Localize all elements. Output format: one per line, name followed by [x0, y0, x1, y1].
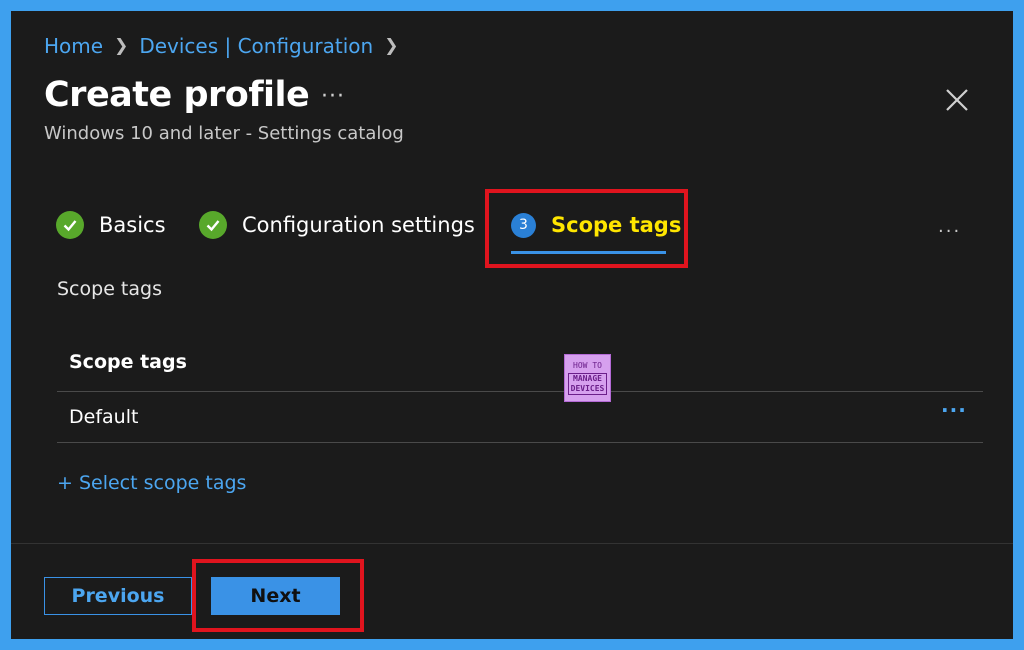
tab-basics[interactable]: Basics: [56, 208, 166, 242]
chevron-right-icon: ❯: [384, 36, 399, 56]
footer-divider: [11, 543, 1013, 544]
checkmark-icon: [56, 211, 84, 239]
tab-label: Configuration settings: [242, 213, 475, 237]
next-button[interactable]: Next: [211, 577, 340, 615]
table-row: Default ···: [57, 392, 983, 442]
page-subtitle: Windows 10 and later - Settings catalog: [44, 123, 404, 144]
scope-tag-value: Default: [69, 406, 139, 428]
table-divider: [57, 442, 983, 443]
tab-configuration-settings[interactable]: Configuration settings: [199, 208, 475, 242]
breadcrumb-devices-configuration-link[interactable]: Devices | Configuration: [139, 34, 373, 58]
tab-scope-tags[interactable]: 3 Scope tags: [511, 208, 681, 242]
how-to-manage-devices-logo: HOW TO MANAGE DEVICES: [564, 354, 611, 402]
chevron-right-icon: ❯: [114, 36, 129, 56]
tab-label: Basics: [99, 213, 166, 237]
table-header: Scope tags: [69, 351, 187, 373]
previous-button[interactable]: Previous: [44, 577, 192, 615]
create-profile-panel: Home ❯ Devices | Configuration ❯ Create …: [11, 11, 1013, 639]
tab-label: Scope tags: [551, 213, 682, 237]
breadcrumb-home-link[interactable]: Home: [44, 34, 103, 58]
page-title: Create profile: [44, 75, 310, 115]
logo-box: MANAGE DEVICES: [567, 373, 608, 395]
step-number-badge: 3: [511, 212, 536, 238]
more-options-icon[interactable]: ···: [321, 84, 345, 109]
section-title: Scope tags: [57, 278, 162, 300]
checkmark-icon: [199, 211, 227, 239]
logo-text: MANAGE: [573, 374, 602, 383]
logo-text: DEVICES: [570, 384, 605, 393]
breadcrumb: Home ❯ Devices | Configuration ❯: [44, 31, 409, 61]
logo-text: HOW TO: [573, 361, 602, 370]
close-icon[interactable]: [944, 87, 970, 113]
more-icon[interactable]: ···: [938, 221, 961, 242]
row-more-icon[interactable]: ···: [941, 398, 967, 422]
select-scope-tags-link[interactable]: + Select scope tags: [57, 472, 246, 494]
active-tab-indicator: [511, 251, 666, 254]
